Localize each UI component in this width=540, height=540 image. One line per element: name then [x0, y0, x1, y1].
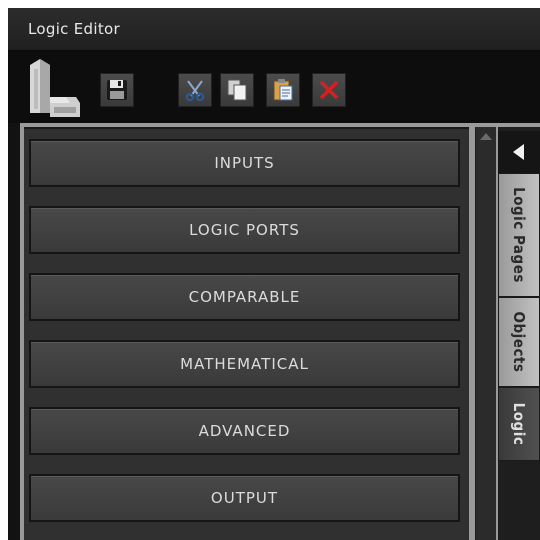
- scroll-up-icon[interactable]: [480, 133, 492, 140]
- toolbar: [8, 51, 540, 123]
- copy-icon: [227, 79, 247, 101]
- tab-logic-label: Logic: [510, 402, 528, 446]
- paste-button[interactable]: [266, 73, 300, 107]
- scrollbar[interactable]: [475, 127, 496, 540]
- cut-button[interactable]: [178, 73, 212, 107]
- collapse-panel-button[interactable]: [498, 131, 540, 173]
- tab-objects-label: Objects: [510, 311, 528, 373]
- tab-logic-pages[interactable]: Logic Pages: [498, 173, 540, 297]
- logic-panel: INPUTS LOGIC PORTS COMPARABLE MATHEMATIC…: [20, 123, 540, 540]
- window-title: Logic Editor: [28, 20, 120, 38]
- category-mathematical-button[interactable]: MATHEMATICAL: [29, 340, 460, 388]
- delete-button[interactable]: [312, 73, 346, 107]
- tab-logic-pages-label: Logic Pages: [510, 187, 528, 283]
- category-inputs-button[interactable]: INPUTS: [29, 139, 460, 187]
- copy-button[interactable]: [220, 73, 254, 107]
- category-advanced-button[interactable]: ADVANCED: [29, 407, 460, 455]
- category-output-button[interactable]: OUTPUT: [29, 474, 460, 522]
- tab-logic[interactable]: Logic: [498, 387, 540, 461]
- scissors-icon: [185, 80, 205, 102]
- triangle-left-icon: [513, 144, 524, 160]
- category-logic-ports-button[interactable]: LOGIC PORTS: [29, 206, 460, 254]
- logic-editor-window: Logic Editor INPUTS LOGIC PORTS COMPARAB…: [8, 8, 540, 540]
- red-x-icon: [319, 80, 339, 100]
- category-comparable-button[interactable]: COMPARABLE: [29, 273, 460, 321]
- clipboard-icon: [273, 79, 293, 101]
- title-bar: Logic Editor: [8, 8, 540, 51]
- side-tab-strip: Logic Pages Objects Logic: [498, 127, 540, 540]
- tab-objects[interactable]: Objects: [498, 297, 540, 387]
- building-logo-icon: [30, 59, 80, 117]
- save-button[interactable]: [100, 73, 134, 107]
- category-list: INPUTS LOGIC PORTS COMPARABLE MATHEMATIC…: [24, 127, 469, 540]
- floppy-disk-icon: [107, 80, 127, 100]
